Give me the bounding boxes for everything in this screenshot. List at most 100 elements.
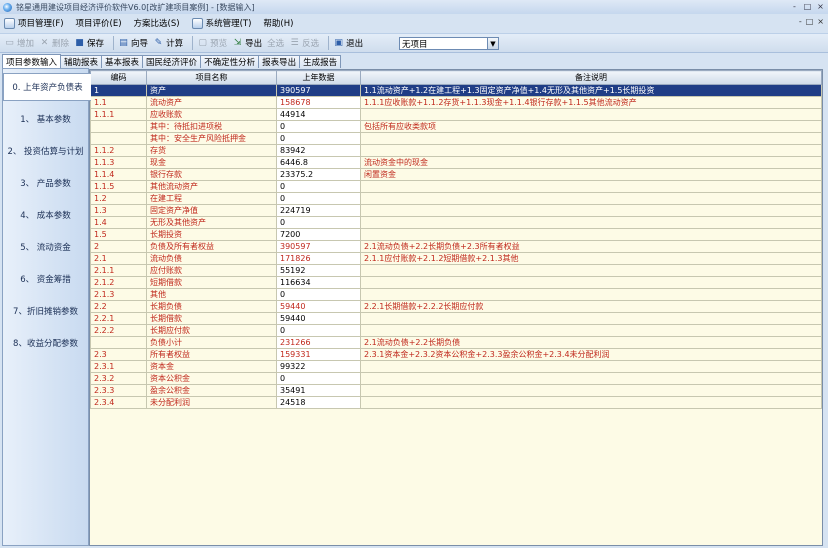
row-value-cell[interactable]: 158678: [276, 96, 361, 109]
nav-item-financing[interactable]: 6、 资金筹措: [3, 265, 88, 293]
tab-uncertainty[interactable]: 不确定性分析: [200, 55, 260, 68]
nav-item-profit-distribution[interactable]: 8、收益分配参数: [3, 329, 88, 357]
tab-project-params[interactable]: 项目参数输入: [2, 54, 62, 68]
table-row[interactable]: 2.3 所有者权益 159331 2.3.1资本金+2.3.2资本公积金+2.3.3盈…: [90, 348, 822, 361]
invert-selection-button[interactable]: ☰ 反选: [289, 35, 320, 51]
tab-basic-reports[interactable]: 基本报表: [101, 55, 144, 68]
table-row[interactable]: 2.1 流动负债 171826 2.1.1应付账款+2.1.2短期借款+2.1.3其他: [90, 252, 822, 265]
nav-item-working-capital[interactable]: 5、 流动资金: [3, 233, 88, 261]
minimize-button[interactable]: -: [789, 1, 800, 11]
save-button[interactable]: ■ 保存: [74, 35, 104, 51]
chevron-down-icon[interactable]: ▼: [487, 38, 498, 49]
row-value-cell[interactable]: 0: [276, 132, 361, 145]
table-row[interactable]: 2.3.2 资本公积金 0: [90, 372, 822, 385]
header-notes[interactable]: 备注说明: [360, 70, 822, 85]
table-row[interactable]: 1.1.5 其他流动资产 0: [90, 180, 822, 193]
header-prev-year[interactable]: 上年数据: [276, 70, 361, 85]
tab-report-export[interactable]: 报表导出: [258, 55, 301, 68]
table-row[interactable]: 2.3.4 未分配利润 24518: [90, 396, 822, 409]
nav-item-basic-params[interactable]: 1、 基本参数: [3, 105, 88, 133]
row-value-cell[interactable]: 224719: [276, 204, 361, 217]
table-row[interactable]: 1.1.2 存货 83942: [90, 144, 822, 157]
row-value-cell[interactable]: 116634: [276, 276, 361, 289]
row-value-cell[interactable]: 44914: [276, 108, 361, 121]
nav-item-depreciation[interactable]: 7、折旧摊销参数: [3, 297, 88, 325]
nav-item-balance-sheet[interactable]: 0. 上年资产负债表: [3, 73, 91, 101]
header-name[interactable]: 项目名称: [146, 70, 277, 85]
table-row[interactable]: 2.1.3 其他 0: [90, 288, 822, 301]
row-value-cell[interactable]: 171826: [276, 252, 361, 265]
nav-item-product-params[interactable]: 3、 产品参数: [3, 169, 88, 197]
table-row[interactable]: 负债小计 231266 2.1流动负债+2.2长期负债: [90, 336, 822, 349]
row-value-cell[interactable]: 390597: [276, 240, 361, 253]
table-row[interactable]: 2.2.2 长期应付款 0: [90, 324, 822, 337]
table-row[interactable]: 1.4 无形及其他资产 0: [90, 216, 822, 229]
row-note: 2.1流动负债+2.2长期负债: [360, 336, 822, 349]
mdi-close-button[interactable]: ×: [817, 17, 824, 26]
row-value-cell[interactable]: 83942: [276, 144, 361, 157]
row-value-cell[interactable]: 0: [276, 324, 361, 337]
row-value-cell[interactable]: 0: [276, 372, 361, 385]
row-value-cell[interactable]: 159331: [276, 348, 361, 361]
table-row[interactable]: 1.2 在建工程 0: [90, 192, 822, 205]
row-value-cell[interactable]: 6446.8: [276, 156, 361, 169]
exit-button[interactable]: ▣ 退出: [333, 35, 363, 51]
tab-aux-reports[interactable]: 辅助报表: [60, 55, 103, 68]
row-value-cell[interactable]: 0: [276, 216, 361, 229]
project-select[interactable]: 无项目 ▼: [399, 37, 499, 50]
row-name: 其中：待抵扣进项税: [146, 120, 277, 133]
menu-help[interactable]: 帮助(H): [263, 17, 293, 29]
table-row[interactable]: 1 资产 390597 1.1流动资产+1.2在建工程+1.3固定资产净值+1.4无形…: [90, 84, 822, 97]
menu-project-evaluation[interactable]: 项目评价(E): [76, 17, 122, 29]
mdi-minimize-button[interactable]: -: [799, 17, 802, 26]
close-button[interactable]: ×: [815, 1, 826, 11]
table-row[interactable]: 2.1.2 短期借款 116634: [90, 276, 822, 289]
table-row[interactable]: 1.1.1 应收账款 44914: [90, 108, 822, 121]
export-button[interactable]: ⇲ 导出: [232, 35, 262, 51]
row-value-cell[interactable]: 59440: [276, 300, 361, 313]
table-row[interactable]: 其中：待抵扣进项税 0 包括所有应收类款项: [90, 120, 822, 133]
row-value-cell[interactable]: 0: [276, 180, 361, 193]
nav-item-cost-params[interactable]: 4、 成本参数: [3, 201, 88, 229]
menu-scheme-compare[interactable]: 方案比选(S): [134, 17, 180, 29]
row-value-cell[interactable]: 55192: [276, 264, 361, 277]
row-value-cell[interactable]: 0: [276, 192, 361, 205]
header-code[interactable]: 编码: [90, 70, 147, 85]
table-row[interactable]: 1.1.3 现金 6446.8 流动资金中的现金: [90, 156, 822, 169]
row-value-cell[interactable]: 0: [276, 120, 361, 133]
delete-button[interactable]: ✕ 删除: [39, 35, 69, 51]
row-value-cell[interactable]: 0: [276, 288, 361, 301]
table-row[interactable]: 2.2 长期负债 59440 2.2.1长期借款+2.2.2长期应付款: [90, 300, 822, 313]
row-value-cell[interactable]: 23375.2: [276, 168, 361, 181]
table-row[interactable]: 2.2.1 长期借款 59440: [90, 312, 822, 325]
menu-project-management[interactable]: 项目管理(F): [4, 17, 64, 29]
maximize-button[interactable]: □: [802, 1, 813, 11]
table-row[interactable]: 2.3.3 盈余公积金 35491: [90, 384, 822, 397]
row-value-cell[interactable]: 7200: [276, 228, 361, 241]
row-value-cell[interactable]: 24518: [276, 396, 361, 409]
calc-button[interactable]: ✎ 计算: [153, 35, 183, 51]
add-button[interactable]: ▭ 增加: [4, 35, 34, 51]
tab-national-economy[interactable]: 国民经济评价: [142, 55, 202, 68]
row-value-cell[interactable]: 59440: [276, 312, 361, 325]
table-row[interactable]: 1.3 固定资产净值 224719: [90, 204, 822, 217]
row-value-cell[interactable]: 99322: [276, 360, 361, 373]
nav-item-investment[interactable]: 2、 投资估算与计划: [3, 137, 88, 165]
table-row[interactable]: 1.1 流动资产 158678 1.1.1应收账款+1.1.2存货+1.1.3现金+1…: [90, 96, 822, 109]
row-value-cell[interactable]: 390597: [276, 84, 361, 97]
table-row[interactable]: 1.1.4 银行存款 23375.2 闲置资金: [90, 168, 822, 181]
tab-generate-report[interactable]: 生成报告: [299, 55, 342, 68]
preview-button[interactable]: ▢ 预览: [197, 35, 227, 51]
table-row[interactable]: 2.3.1 资本金 99322: [90, 360, 822, 373]
select-all-button[interactable]: 全选: [267, 35, 284, 51]
table-row[interactable]: 1.5 长期投资 7200: [90, 228, 822, 241]
table-row[interactable]: 2.1.1 应付账款 55192: [90, 264, 822, 277]
mdi-restore-button[interactable]: □: [806, 17, 814, 26]
table-row[interactable]: 其中：安全生产风险抵押金 0: [90, 132, 822, 145]
row-value-cell[interactable]: 231266: [276, 336, 361, 349]
table-row[interactable]: 2 负债及所有者权益 390597 2.1流动负债+2.2长期负债+2.3所有者权益: [90, 240, 822, 253]
menu-system-management[interactable]: 系统管理(T): [191, 17, 251, 29]
row-code: 2.3.1: [90, 360, 147, 373]
wizard-button[interactable]: ▤ 向导: [118, 35, 148, 51]
row-value-cell[interactable]: 35491: [276, 384, 361, 397]
